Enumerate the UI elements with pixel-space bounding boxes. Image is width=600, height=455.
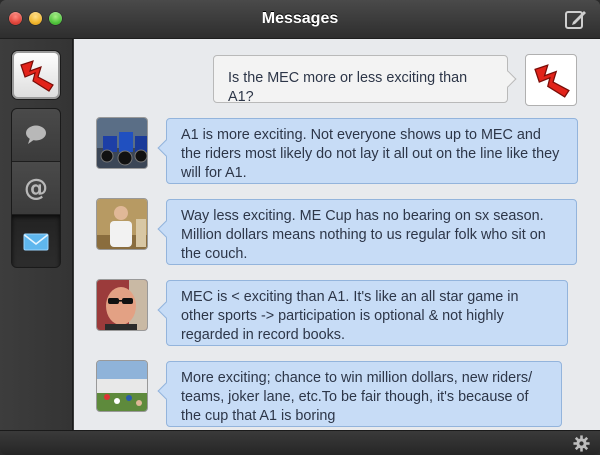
account-avatar[interactable] bbox=[11, 50, 61, 100]
conversation-view: Is the MEC more or less exciting than A1… bbox=[74, 39, 600, 430]
reply-message: A1 is more exciting. Not everyone shows … bbox=[157, 118, 578, 184]
sidebar-item-chat[interactable] bbox=[12, 109, 60, 162]
sidebar-item-mentions[interactable]: @ bbox=[12, 162, 60, 215]
crowd-photo bbox=[97, 361, 147, 411]
message-text: Way less exciting. ME Cup has no bearing… bbox=[181, 208, 546, 262]
person-photo bbox=[97, 199, 147, 249]
speech-bubble-icon bbox=[26, 125, 46, 144]
motorcycles-photo bbox=[97, 118, 147, 168]
messages-window: Messages @ Is the MEC more or less excit… bbox=[0, 0, 600, 455]
sidebar: @ bbox=[0, 39, 73, 430]
reply-message: More exciting; chance to win million dol… bbox=[157, 361, 562, 427]
avatar[interactable] bbox=[96, 198, 148, 250]
message-text: A1 is more exciting. Not everyone shows … bbox=[181, 127, 560, 181]
reply-message: Way less exciting. ME Cup has no bearing… bbox=[157, 199, 577, 265]
gear-icon[interactable] bbox=[573, 435, 590, 452]
person-sunglasses-photo bbox=[97, 280, 147, 330]
avatar[interactable] bbox=[96, 360, 148, 412]
message-text: MEC is < exciting than A1. It's like an … bbox=[181, 289, 519, 343]
message-text: Is the MEC more or less exciting than A1… bbox=[228, 70, 468, 105]
sidebar-nav: @ bbox=[11, 108, 61, 268]
avatar[interactable] bbox=[96, 117, 148, 169]
sender-avatar bbox=[525, 54, 577, 106]
reply-message: MEC is < exciting than A1. It's like an … bbox=[157, 280, 568, 346]
sidebar-item-messages[interactable] bbox=[12, 215, 60, 267]
brand-logo-icon bbox=[534, 64, 570, 98]
outgoing-message: Is the MEC more or less exciting than A1… bbox=[213, 55, 517, 105]
compose-icon[interactable] bbox=[564, 8, 588, 30]
message-text: More exciting; chance to win million dol… bbox=[181, 370, 533, 424]
title-bar: Messages bbox=[0, 0, 600, 39]
brand-logo-icon bbox=[20, 60, 54, 92]
envelope-icon bbox=[23, 233, 49, 250]
window-title: Messages bbox=[261, 10, 339, 27]
bottom-bar bbox=[0, 430, 600, 455]
avatar[interactable] bbox=[96, 279, 148, 331]
at-icon: @ bbox=[24, 174, 48, 202]
